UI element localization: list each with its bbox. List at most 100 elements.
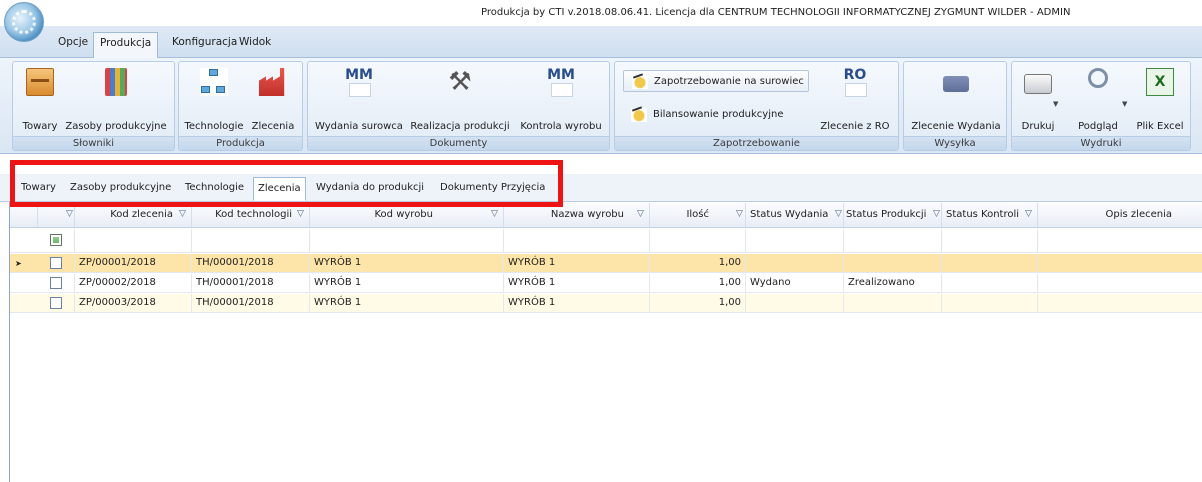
- filter-icon[interactable]: ▽: [736, 210, 744, 219]
- cell-kod-zlecenia[interactable]: ZP/00003/2018: [75, 294, 192, 312]
- cell-kod-technologii[interactable]: TH/00001/2018: [192, 274, 310, 292]
- doctab-zlecenia[interactable]: Zlecenia: [253, 177, 306, 201]
- doctab-towary[interactable]: Towary: [17, 177, 60, 201]
- bilansowanie-produkcyjne-button[interactable]: Bilansowanie produkcyjne: [623, 104, 809, 126]
- col-checkbox-header[interactable]: ▽: [38, 203, 75, 227]
- cell-status-produkcji[interactable]: [844, 254, 942, 272]
- filter-icon[interactable]: ▽: [491, 210, 499, 219]
- cell-status-kontroli[interactable]: [942, 294, 1038, 312]
- filter-icon[interactable]: ▽: [637, 210, 645, 219]
- cell-opis[interactable]: [1038, 294, 1202, 312]
- zapotrzebowanie-na-surowiec-button[interactable]: Zapotrzebowanie na surowiec: [623, 70, 809, 92]
- cell-status-wydania[interactable]: Wydano: [746, 274, 844, 292]
- cell-kod-wyrobu[interactable]: WYRÓB 1: [310, 294, 504, 312]
- podglad-button[interactable]: ▼ Podgląd: [1068, 62, 1128, 136]
- filter-cell[interactable]: [650, 229, 746, 252]
- factory-icon: [259, 68, 285, 96]
- cell-nazwa-wyrobu[interactable]: WYRÓB 1: [504, 294, 650, 312]
- filter-icon[interactable]: ▽: [835, 210, 843, 219]
- col-ilosc[interactable]: Ilość ▽: [650, 203, 746, 227]
- cell-kod-zlecenia[interactable]: ZP/00001/2018: [75, 254, 192, 272]
- technologie-button[interactable]: Technologie: [183, 62, 245, 136]
- cell-status-produkcji[interactable]: Zrealizowano: [844, 274, 942, 292]
- tab-opcje[interactable]: Opcje: [52, 32, 94, 54]
- tab-konfiguracja[interactable]: Konfiguracja: [166, 32, 243, 54]
- app-orb-icon[interactable]: [4, 2, 44, 42]
- cell-nazwa-wyrobu[interactable]: WYRÓB 1: [504, 274, 650, 292]
- zlecenie-z-ro-button[interactable]: RO Zlecenie z RO: [815, 62, 895, 136]
- cell-ilosc[interactable]: 1,00: [650, 274, 746, 292]
- kontrola-wyrobu-button[interactable]: MM Kontrola wyrobu: [516, 62, 606, 136]
- row-checkbox[interactable]: [50, 257, 62, 269]
- filter-icon[interactable]: ▽: [1025, 210, 1033, 219]
- realizacja-produkcji-button[interactable]: ⚒ Realizacja produkcji: [408, 62, 512, 136]
- cell-status-wydania[interactable]: [746, 254, 844, 272]
- tab-widok[interactable]: Widok: [233, 32, 277, 54]
- cell-status-kontroli[interactable]: [942, 274, 1038, 292]
- cell-opis[interactable]: [1038, 274, 1202, 292]
- group-label-slowniki: Słowniki: [13, 136, 174, 150]
- doctab-dokumenty-przyjecia[interactable]: Dokumenty Przyjęcia: [436, 177, 549, 201]
- filter-cell[interactable]: [310, 229, 504, 252]
- table-row[interactable]: ZP/00003/2018 TH/00001/2018 WYRÓB 1 WYRÓ…: [10, 294, 1202, 313]
- col-status-produkcji[interactable]: Status Produkcji ▽: [844, 203, 942, 227]
- cell-status-kontroli[interactable]: [942, 254, 1038, 272]
- filter-icon[interactable]: ▽: [179, 210, 187, 219]
- cell-kod-wyrobu[interactable]: WYRÓB 1: [310, 254, 504, 272]
- col-kod-technologii[interactable]: Kod technologii ▽: [192, 203, 310, 227]
- tab-produkcja[interactable]: Produkcja: [93, 32, 159, 59]
- col-indicator: [10, 203, 38, 227]
- filter-cell[interactable]: [746, 229, 844, 252]
- truck-icon: [943, 76, 969, 92]
- wydania-surowca-button[interactable]: MM Wydania surowca: [312, 62, 406, 136]
- filter-cell[interactable]: [1038, 229, 1202, 252]
- tree-icon: [200, 68, 228, 96]
- magnifier-icon: [1088, 68, 1108, 88]
- doctab-wydania-do-produkcji[interactable]: Wydania do produkcji: [312, 177, 428, 201]
- table-row[interactable]: ZP/00002/2018 TH/00001/2018 WYRÓB 1 WYRÓ…: [10, 274, 1202, 293]
- group-label-produkcja: Produkcja: [179, 136, 302, 150]
- cell-opis[interactable]: [1038, 254, 1202, 272]
- filter-icon[interactable]: ▽: [66, 210, 74, 219]
- row-checkbox[interactable]: [50, 277, 62, 289]
- col-kod-zlecenia[interactable]: Kod zlecenia ▽: [75, 203, 192, 227]
- doctab-technologie[interactable]: Technologie: [181, 177, 248, 201]
- zasoby-produkcyjne-button[interactable]: Zasoby produkcyjne: [63, 62, 169, 136]
- filter-cell[interactable]: [844, 229, 942, 252]
- cell-ilosc[interactable]: 1,00: [650, 254, 746, 272]
- row-checkbox[interactable]: [50, 297, 62, 309]
- table-row[interactable]: ➤ ZP/00001/2018 TH/00001/2018 WYRÓB 1 WY…: [10, 254, 1202, 273]
- drukuj-button[interactable]: ▼ Drukuj: [1016, 62, 1060, 136]
- chevron-down-icon: ▼: [1053, 100, 1059, 108]
- group-label-wydruki: Wydruki: [1012, 136, 1190, 150]
- zlecenie-wydania-button[interactable]: Zlecenie Wydania: [908, 62, 1004, 136]
- cell-nazwa-wyrobu[interactable]: WYRÓB 1: [504, 254, 650, 272]
- cell-kod-technologii[interactable]: TH/00001/2018: [192, 294, 310, 312]
- cell-status-wydania[interactable]: [746, 294, 844, 312]
- col-kod-wyrobu[interactable]: Kod wyrobu ▽: [310, 203, 504, 227]
- doctab-zasoby-produkcyjne[interactable]: Zasoby produkcyjne: [66, 177, 175, 201]
- cell-ilosc[interactable]: 1,00: [650, 294, 746, 312]
- select-all-checkbox[interactable]: [50, 234, 62, 246]
- coins-icon: [632, 75, 648, 89]
- ribbon-tab-bar: Opcje Produkcja Konfiguracja Widok: [0, 26, 1202, 59]
- filter-icon[interactable]: ▽: [297, 210, 305, 219]
- filter-cell[interactable]: [75, 229, 192, 252]
- cell-kod-wyrobu[interactable]: WYRÓB 1: [310, 274, 504, 292]
- col-status-kontroli[interactable]: Status Kontroli ▽: [942, 203, 1038, 227]
- plik-excel-button[interactable]: X Plik Excel: [1132, 62, 1188, 136]
- col-status-wydania[interactable]: Status Wydania ▽: [746, 203, 844, 227]
- chevron-down-icon: ▼: [1122, 100, 1128, 108]
- col-nazwa-wyrobu[interactable]: Nazwa wyrobu ▽: [504, 203, 650, 227]
- col-opis-zlecenia[interactable]: Opis zlecenia: [1038, 203, 1202, 227]
- filter-cell[interactable]: [504, 229, 650, 252]
- cell-kod-technologii[interactable]: TH/00001/2018: [192, 254, 310, 272]
- filter-cell[interactable]: [192, 229, 310, 252]
- cell-kod-zlecenia[interactable]: ZP/00002/2018: [75, 274, 192, 292]
- filter-cell[interactable]: [942, 229, 1038, 252]
- filter-icon[interactable]: ▽: [933, 210, 941, 219]
- zlecenia-button[interactable]: Zlecenia: [247, 62, 299, 136]
- cell-status-produkcji[interactable]: [844, 294, 942, 312]
- towary-button[interactable]: Towary: [17, 62, 63, 136]
- group-label-zapotrzebowanie: Zapotrzebowanie: [615, 136, 898, 150]
